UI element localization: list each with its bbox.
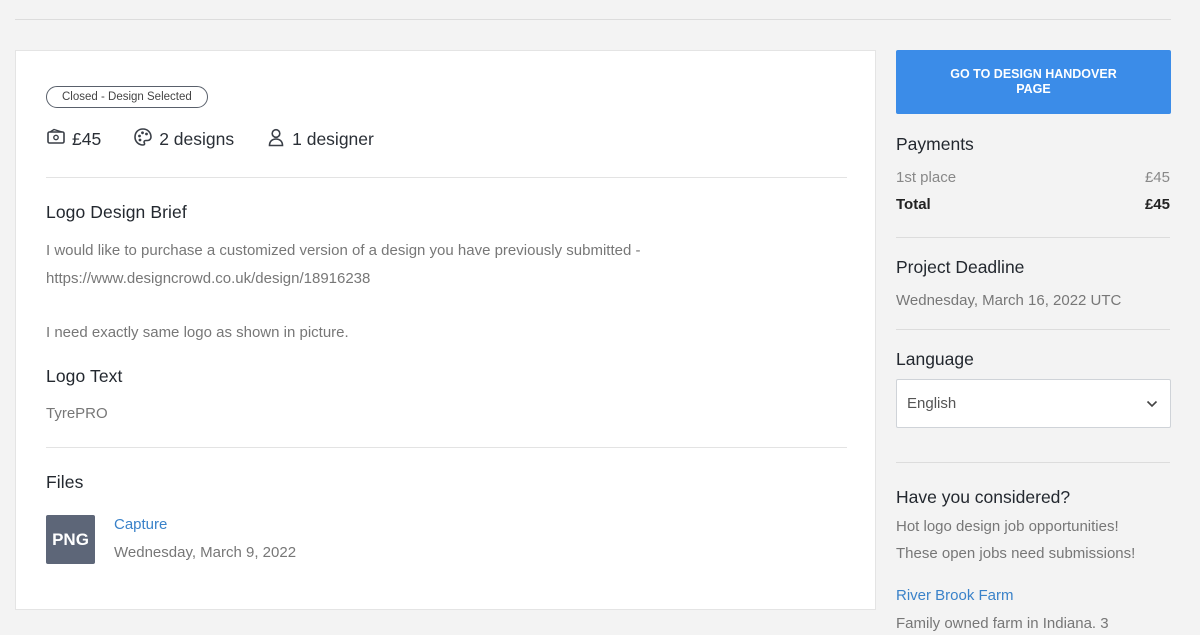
section-divider [46, 177, 847, 178]
section-divider [46, 447, 847, 448]
brief-text: I would like to purchase a customized ve… [46, 237, 836, 292]
deadline-value: Wednesday, March 16, 2022 UTC [896, 292, 1122, 309]
chevron-down-icon [1146, 395, 1158, 412]
file-link[interactable]: Capture [114, 516, 167, 533]
logo-text-value: TyrePRO [46, 405, 108, 422]
logo-text-heading: Logo Text [46, 366, 123, 386]
total-label: Total [896, 196, 931, 213]
language-selected: English [907, 395, 957, 412]
language-heading: Language [896, 349, 974, 369]
designs-stat: 2 designs [133, 127, 234, 152]
design-handover-button[interactable]: GO TO DESIGN HANDOVER PAGE [896, 50, 1171, 114]
files-heading: Files [46, 472, 84, 492]
designers-count: 1 designer [292, 129, 374, 149]
contest-stats: £45 2 designs 1 designer [46, 127, 406, 152]
sidebar-divider [896, 462, 1170, 463]
payment-row: 1st place £45 [896, 169, 1170, 186]
file-thumbnail[interactable]: PNG [46, 515, 95, 564]
user-icon [266, 127, 292, 152]
payment-total-row: Total £45 [896, 196, 1170, 213]
prize-value: £45 [72, 129, 102, 149]
considered-line-1: Hot logo design job opportunities! [896, 518, 1119, 535]
designs-count: 2 designs [159, 129, 235, 149]
sidebar-divider [896, 329, 1170, 330]
considered-line-2: These open jobs need submissions! [896, 545, 1136, 562]
designers-stat: 1 designer [266, 127, 374, 152]
payment-amount: £45 [1144, 169, 1170, 186]
deadline-heading: Project Deadline [896, 257, 1025, 277]
brief-heading: Logo Design Brief [46, 202, 187, 222]
considered-heading: Have you considered? [896, 487, 1071, 507]
payment-label: 1st place [896, 169, 957, 186]
total-amount: £45 [1144, 196, 1170, 213]
job-description: Family owned farm in Indiana. 3 [896, 615, 1109, 632]
status-badge: Closed - Design Selected [46, 86, 208, 108]
top-divider [15, 19, 1171, 20]
job-link[interactable]: River Brook Farm [896, 587, 1014, 604]
prize-stat: £45 [46, 128, 101, 151]
file-date: Wednesday, March 9, 2022 [114, 544, 297, 561]
language-select[interactable]: English [896, 379, 1171, 428]
money-icon [46, 128, 72, 151]
palette-icon [133, 127, 159, 152]
brief-line-3: I need exactly same logo as shown in pic… [46, 324, 349, 341]
brief-line-2: https://www.designcrowd.co.uk/design/189… [46, 269, 371, 287]
payments-heading: Payments [896, 134, 974, 154]
sidebar-divider [896, 237, 1170, 238]
contest-details-card: Closed - Design Selected £45 2 designs 1… [15, 50, 876, 610]
brief-line-1: I would like to purchase a customized ve… [46, 242, 641, 259]
